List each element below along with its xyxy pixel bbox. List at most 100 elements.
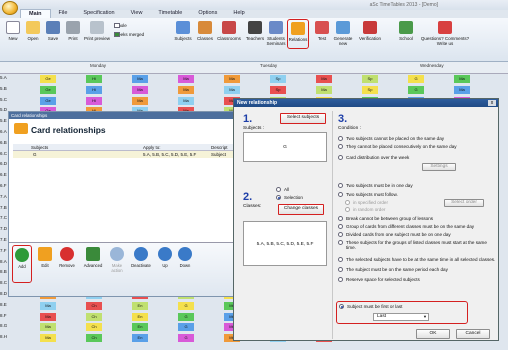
- condition-option[interactable]: Card distribution over the week: [338, 155, 409, 160]
- timetable-cell[interactable]: Ge: [40, 85, 56, 94]
- timetable-cell[interactable]: Ge: [40, 96, 56, 105]
- generate-button[interactable]: Generate new: [331, 21, 355, 46]
- select-order-button[interactable]: Select order: [444, 199, 484, 207]
- weeks-merged-option[interactable]: Weeks merged: [114, 32, 144, 37]
- timetable-cell[interactable]: Sp: [362, 75, 378, 83]
- condition-option[interactable]: These subjects for the groups of listed …: [338, 240, 496, 250]
- panel-title: Card relationships: [31, 125, 106, 135]
- settings-button[interactable]: Settings: [422, 163, 456, 171]
- timetable-cell[interactable]: Hi: [86, 75, 102, 83]
- timetable-cell[interactable]: Ma: [132, 85, 148, 94]
- relations-button[interactable]: Relations: [287, 19, 309, 49]
- test-button[interactable]: Test: [311, 21, 333, 41]
- timetable-cell[interactable]: G: [178, 312, 194, 321]
- timetable-cell[interactable]: Ma: [224, 85, 240, 94]
- edit-button[interactable]: Edit: [35, 247, 55, 268]
- school-button[interactable]: School: [395, 21, 417, 41]
- condition-option[interactable]: Two subjects must be in one day: [338, 183, 413, 188]
- timetable-cell[interactable]: Hi: [86, 96, 102, 105]
- timetable-cell[interactable]: En: [132, 323, 148, 332]
- timetable-cell[interactable]: Ma: [316, 75, 332, 83]
- condition-option[interactable]: The selected subjects have to be at the …: [338, 257, 495, 262]
- timetable-cell[interactable]: G: [178, 323, 194, 332]
- condition-option[interactable]: Two subjects must follow.: [338, 192, 398, 197]
- advanced-button[interactable]: Advanced: [81, 247, 105, 268]
- timetable-cell[interactable]: G: [408, 85, 424, 94]
- timetable-cell[interactable]: Ma: [40, 312, 56, 321]
- save-button[interactable]: Save: [42, 21, 64, 41]
- print-button[interactable]: Print: [62, 21, 84, 41]
- condition-option[interactable]: Divided cards from one subject must be o…: [338, 232, 451, 237]
- timetable-cell[interactable]: Ma: [132, 96, 148, 105]
- timetable-cell[interactable]: Ma: [178, 75, 194, 83]
- timetable-cell[interactable]: Ma: [40, 334, 56, 343]
- condition-option[interactable]: Group of cards from different classes mu…: [338, 224, 474, 229]
- timetable-cell[interactable]: G: [178, 334, 194, 343]
- timetable-cell[interactable]: G: [178, 301, 194, 310]
- timetable-cell[interactable]: Ma: [40, 323, 56, 332]
- first-last-select[interactable]: Last ▼: [373, 313, 429, 321]
- random-order-radio[interactable]: in random order: [345, 207, 385, 212]
- close-button[interactable]: x: [488, 100, 496, 106]
- timetable-cell[interactable]: Hi: [86, 85, 102, 94]
- timetable-cell[interactable]: Ch: [86, 301, 102, 310]
- teachers-button[interactable]: Teachers: [244, 21, 266, 41]
- condition-option[interactable]: Break cannot be between group of lessons: [338, 216, 433, 221]
- classrooms-button[interactable]: Classrooms: [216, 21, 242, 41]
- print-icon: [66, 21, 80, 34]
- all-classes-radio[interactable]: All: [276, 187, 289, 192]
- whole-option[interactable]: Whole: [114, 23, 127, 28]
- card-relationships-panel: Card relationships Card relationships Su…: [8, 111, 236, 297]
- timetable-cell[interactable]: Ma: [178, 85, 194, 94]
- open-button[interactable]: Open: [22, 21, 44, 41]
- make-action-button[interactable]: Make action: [107, 247, 127, 273]
- select-subjects-button[interactable]: Select subjects: [280, 113, 326, 124]
- print-preview-button[interactable]: Print preview: [84, 21, 110, 41]
- timetable-cell[interactable]: En: [132, 301, 148, 310]
- timetable-cell[interactable]: Sp: [270, 75, 286, 83]
- classes-button[interactable]: Classes: [194, 21, 216, 41]
- subjects-button[interactable]: Subjects: [172, 21, 194, 41]
- students-button[interactable]: Students Seminars: [266, 21, 286, 46]
- timetable-cell[interactable]: Ma: [40, 301, 56, 310]
- up-button[interactable]: Up: [155, 247, 175, 268]
- new-button[interactable]: New: [2, 21, 24, 41]
- timetable-cell[interactable]: Sp: [270, 85, 286, 94]
- timetable-cell[interactable]: Ma: [454, 75, 470, 83]
- verification-button[interactable]: Verification: [357, 21, 383, 41]
- timetable-cell[interactable]: Ma: [224, 75, 240, 83]
- table-row[interactable]: G 5.A, 5.B, 5.C, 5.D, 5.E, 5.F Subject: [13, 151, 235, 158]
- timetable-cell[interactable]: Ge: [40, 75, 56, 83]
- condition-option[interactable]: The subject must be on the same period e…: [338, 267, 448, 272]
- cancel-button[interactable]: Cancel: [456, 329, 490, 339]
- questions-button[interactable]: Questions? Comments? Write us: [420, 21, 470, 46]
- specified-order-radio[interactable]: in specified order: [345, 200, 388, 205]
- add-button[interactable]: Add: [12, 245, 32, 283]
- ok-button[interactable]: OK: [416, 329, 450, 339]
- first-or-last-radio[interactable]: Subject must be first or last: [339, 304, 402, 309]
- chevron-down-icon: ▼: [423, 314, 427, 319]
- change-classes-button[interactable]: Change classes: [278, 204, 324, 215]
- timetable-cell[interactable]: En: [132, 312, 148, 321]
- timetable-cell[interactable]: Ch: [86, 323, 102, 332]
- radio: [276, 187, 281, 192]
- timetable-cell[interactable]: Ma: [316, 85, 332, 94]
- deactivate-button[interactable]: Deactivate: [129, 247, 153, 268]
- down-button[interactable]: Down: [175, 247, 195, 268]
- timetable-cell[interactable]: Ma: [178, 96, 194, 105]
- condition-option[interactable]: Two subjects cannot be placed on the sam…: [338, 136, 444, 141]
- step-3-label: 3.: [338, 113, 348, 125]
- timetable-cell[interactable]: Ma: [454, 85, 470, 94]
- timetable-cell[interactable]: Ch: [86, 334, 102, 343]
- condition-option[interactable]: They cannot be placed consecutively on t…: [338, 144, 457, 149]
- timetable-cell[interactable]: En: [132, 334, 148, 343]
- condition-option[interactable]: Reserve space for selected subjects: [338, 277, 420, 282]
- timetable-cell[interactable]: G: [408, 75, 424, 83]
- timetable-cell[interactable]: Sp: [362, 85, 378, 94]
- selection-radio[interactable]: Selection: [276, 195, 303, 200]
- timetable-cell[interactable]: Ch: [86, 312, 102, 321]
- remove-button[interactable]: Remove: [57, 247, 77, 268]
- subjects-value: G: [243, 132, 327, 162]
- app-orb-button[interactable]: [2, 1, 18, 15]
- timetable-cell[interactable]: Ma: [132, 75, 148, 83]
